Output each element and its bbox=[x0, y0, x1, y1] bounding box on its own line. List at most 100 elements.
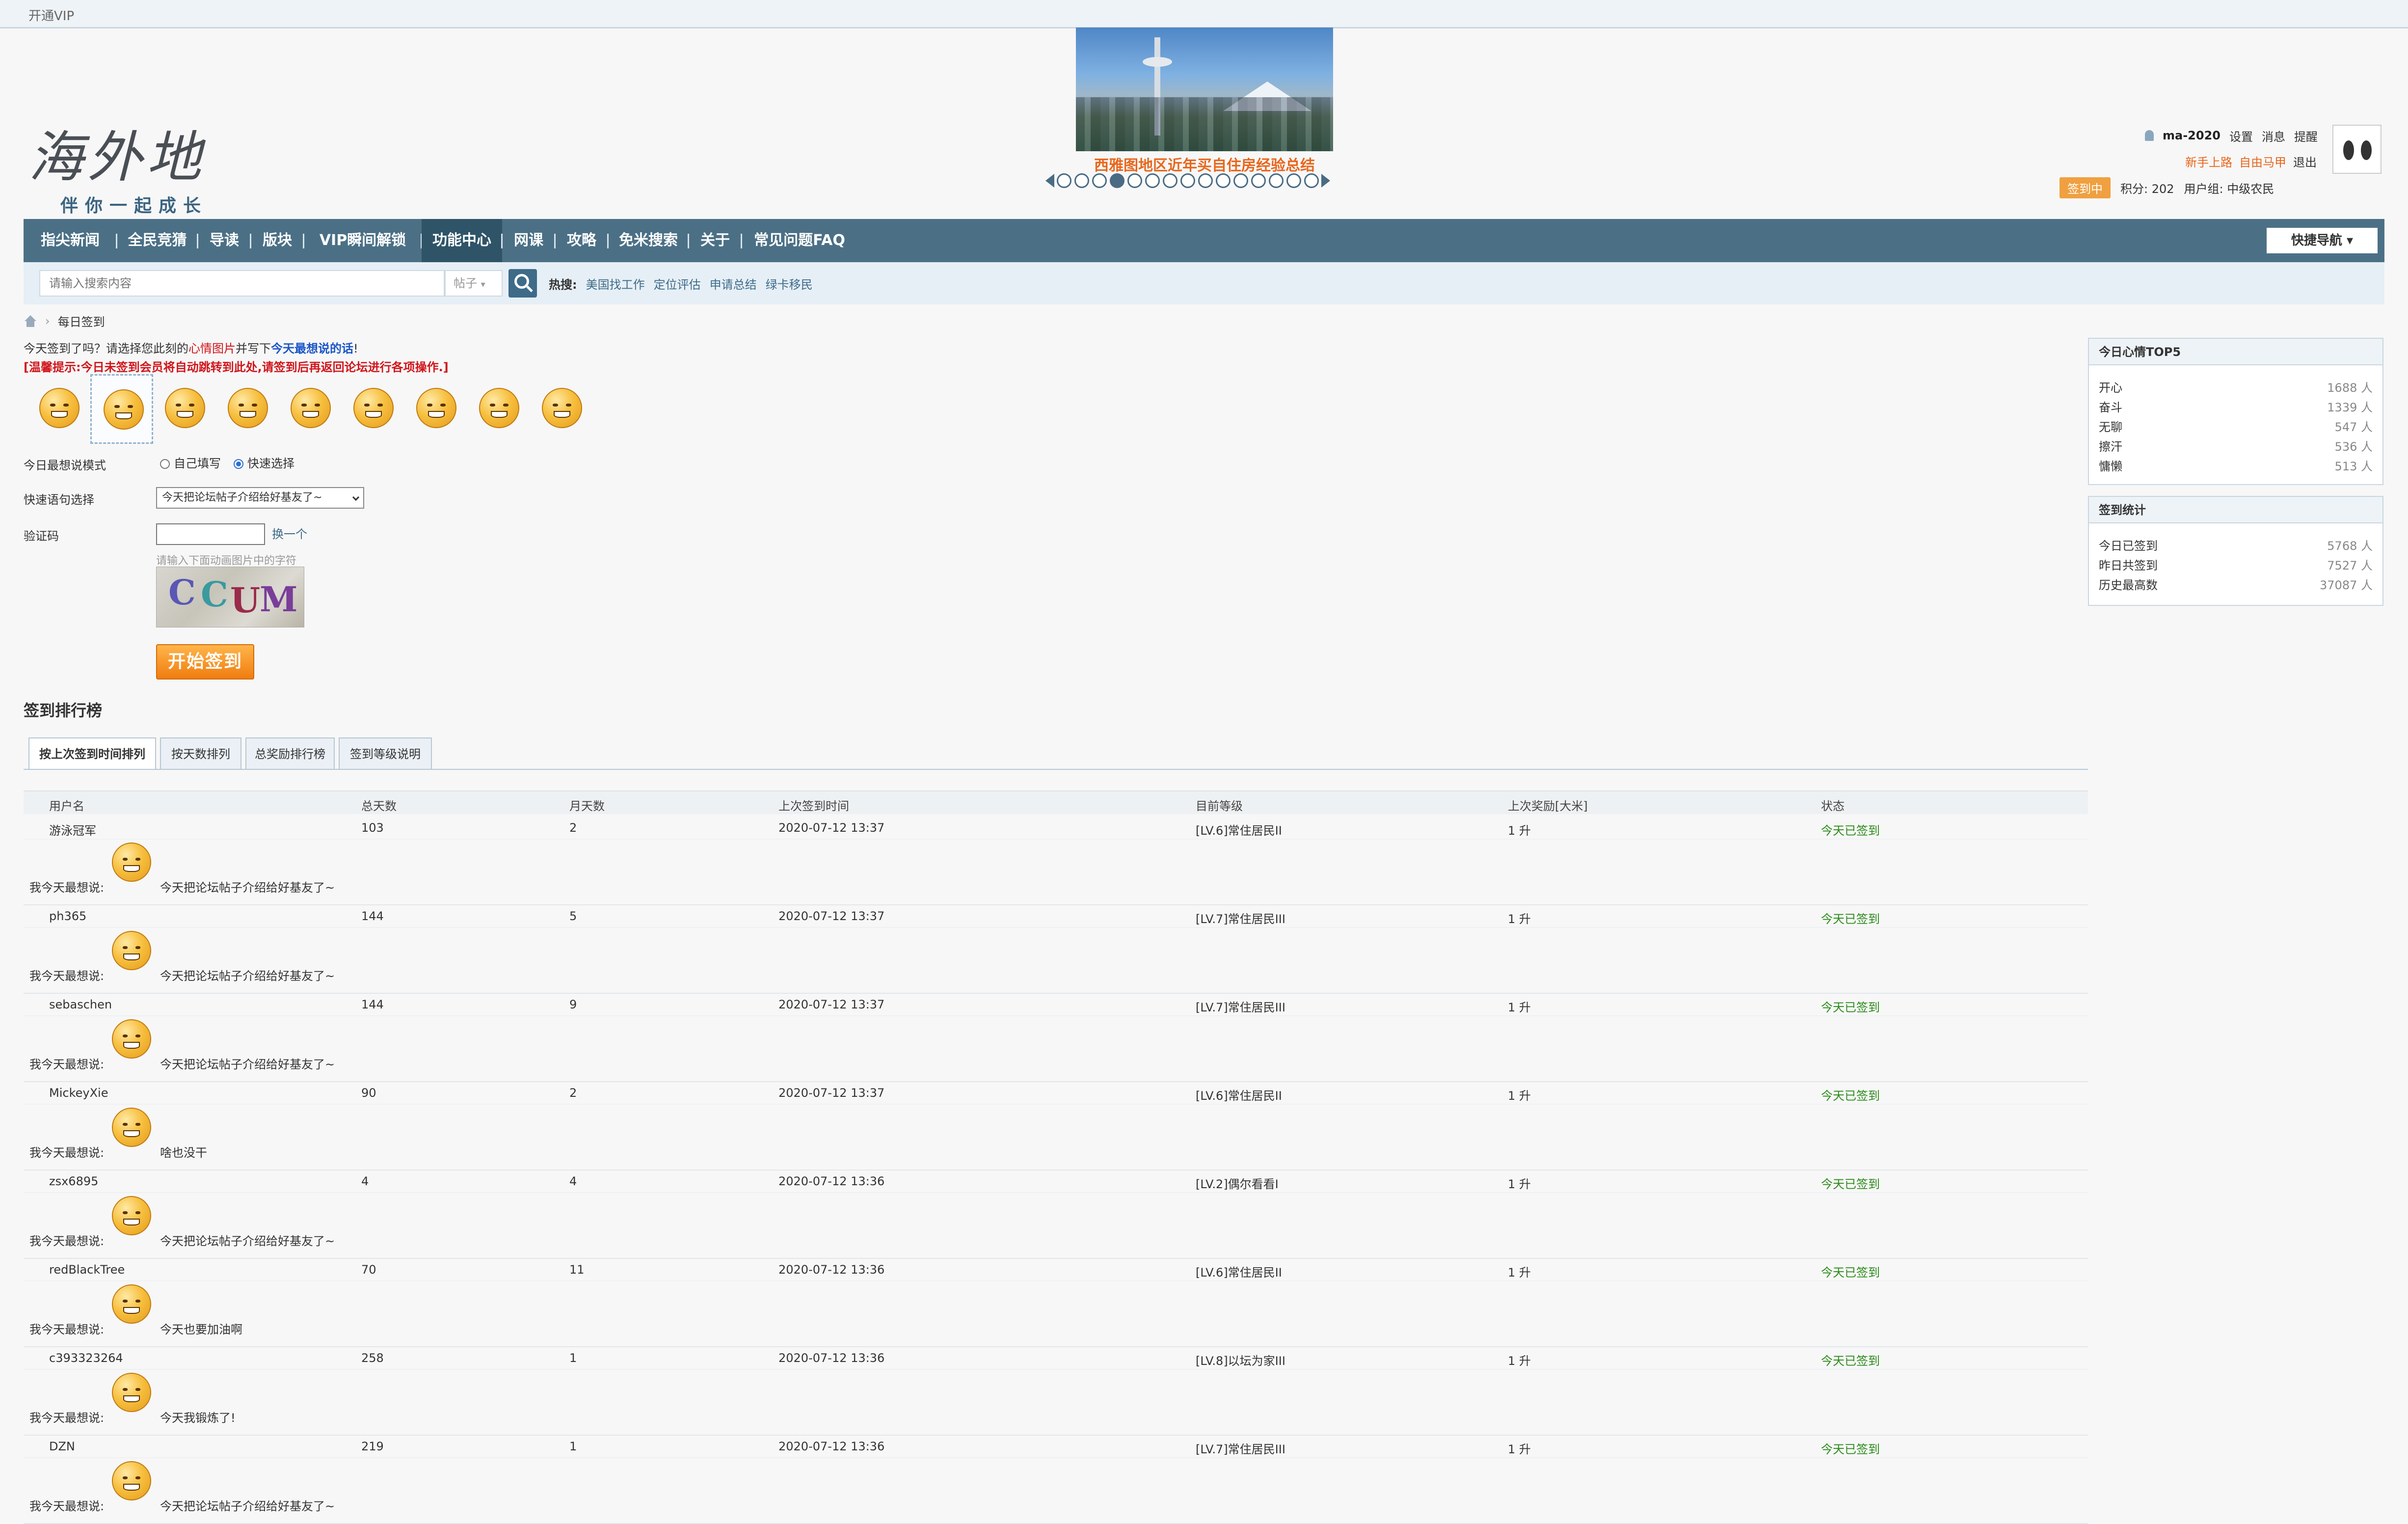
nav-item[interactable]: 导读 bbox=[198, 219, 251, 262]
table-row: sebaschen 144 9 2020-07-12 13:37 [LV.7]常住居民I… bbox=[24, 994, 2088, 1082]
search-button[interactable] bbox=[508, 269, 537, 298]
points-menu[interactable]: 积分: 202 bbox=[2120, 179, 2174, 196]
banner-dot[interactable] bbox=[1304, 173, 1319, 188]
hot-link[interactable]: 绿卡移民 bbox=[766, 275, 813, 292]
cell-reward: 1 升 bbox=[1508, 1177, 1531, 1191]
settings-link[interactable]: 设置 bbox=[2229, 127, 2253, 144]
captcha-refresh-link[interactable]: 换一个 bbox=[272, 524, 307, 542]
search-scope-select[interactable]: 帖子 ▾ bbox=[445, 270, 503, 297]
mood-option[interactable] bbox=[27, 374, 90, 444]
banner-dot[interactable] bbox=[1110, 173, 1124, 188]
mood-option[interactable] bbox=[530, 374, 593, 444]
mood-option[interactable] bbox=[404, 374, 467, 444]
cell-user[interactable]: c393323264 bbox=[49, 1351, 123, 1365]
face-mouth-shape bbox=[123, 1219, 140, 1225]
nav-item[interactable]: 常见问题FAQ bbox=[742, 219, 857, 262]
tab-levels[interactable]: 签到等级说明 bbox=[339, 737, 432, 770]
banner-dot[interactable] bbox=[1127, 173, 1142, 188]
banner-dot[interactable] bbox=[1216, 173, 1231, 188]
mode-option-custom[interactable]: 自己填写 bbox=[160, 454, 221, 471]
home-icon[interactable] bbox=[24, 315, 37, 327]
messages-link[interactable]: 消息 bbox=[2262, 127, 2285, 144]
tab-last-time[interactable]: 按上次签到时间排列 bbox=[28, 737, 156, 770]
alias-link[interactable]: 自由马甲 bbox=[2239, 153, 2286, 170]
cell-user[interactable]: 游泳冠军 bbox=[49, 821, 96, 838]
mood-option[interactable] bbox=[342, 374, 404, 444]
cell-user[interactable]: redBlackTree bbox=[49, 1263, 125, 1277]
newbie-link[interactable]: 新手上路 bbox=[2185, 153, 2232, 170]
banner-next-icon[interactable] bbox=[1321, 174, 1330, 188]
table-row: 游泳冠军 103 2 2020-07-12 13:37 [LV.6]常住居民II 1 升今… bbox=[24, 817, 2088, 905]
cell-user[interactable]: DZN bbox=[49, 1440, 75, 1453]
banner-dot[interactable] bbox=[1198, 173, 1213, 188]
logout-link[interactable]: 退出 bbox=[2293, 153, 2317, 170]
banner-prev-icon[interactable] bbox=[1045, 174, 1054, 188]
stat-count: 7527 人 bbox=[2327, 559, 2373, 572]
cell-month: 5 bbox=[569, 909, 577, 923]
cell-user[interactable]: ph365 bbox=[49, 909, 86, 923]
start-signin-button[interactable]: 开始签到 bbox=[156, 644, 254, 680]
radio-custom[interactable] bbox=[160, 459, 170, 469]
hot-link[interactable]: 定位评估 bbox=[654, 275, 701, 292]
cell-time: 2020-07-12 13:37 bbox=[778, 909, 885, 923]
hot-link[interactable]: 美国找工作 bbox=[586, 275, 645, 292]
vip-link[interactable]: 开通VIP bbox=[28, 6, 74, 24]
captcha-input[interactable] bbox=[156, 523, 265, 545]
captcha-char: U bbox=[230, 580, 261, 621]
banner-dot[interactable] bbox=[1092, 173, 1107, 188]
face-eye-shape bbox=[188, 403, 194, 407]
captcha-image[interactable]: C C U M bbox=[156, 567, 304, 627]
nav-item[interactable]: 版块 bbox=[251, 219, 304, 262]
face-eye-shape bbox=[122, 946, 128, 949]
said-label: 我今天最想说: bbox=[29, 1234, 105, 1248]
banner-dot[interactable] bbox=[1286, 173, 1301, 188]
search-input[interactable] bbox=[39, 270, 445, 297]
banner-dot[interactable] bbox=[1074, 173, 1089, 188]
banner-dot[interactable] bbox=[1269, 173, 1284, 188]
radio-quick[interactable] bbox=[234, 459, 243, 469]
nav-item[interactable]: 攻略 bbox=[555, 219, 608, 262]
usergroup-menu[interactable]: 用户组: 中级农民 bbox=[2184, 179, 2274, 196]
banner-dot[interactable] bbox=[1145, 173, 1160, 188]
banner-dot[interactable] bbox=[1251, 173, 1266, 188]
mood-option[interactable] bbox=[90, 374, 153, 444]
hot-link[interactable]: 申请总结 bbox=[710, 275, 757, 292]
tab-rewards[interactable]: 总奖励排行榜 bbox=[245, 737, 335, 770]
cell-user[interactable]: sebaschen bbox=[49, 998, 112, 1011]
nav-item[interactable]: VIP瞬间解锁 bbox=[304, 219, 422, 262]
face-eye-shape bbox=[135, 1299, 141, 1303]
banner-dot[interactable] bbox=[1057, 173, 1071, 188]
signin-badge[interactable]: 签到中 bbox=[2060, 177, 2111, 198]
nav-item[interactable]: 全民竞猜 bbox=[117, 219, 198, 262]
cell-user[interactable]: MickeyXie bbox=[49, 1086, 108, 1100]
avatar[interactable] bbox=[2332, 125, 2381, 174]
mood-option[interactable] bbox=[216, 374, 279, 444]
site-logo[interactable]: 海外地 伴你一起成长 bbox=[28, 113, 220, 216]
cell-user[interactable]: zsx6895 bbox=[49, 1174, 98, 1188]
quick-phrase-select[interactable]: 今天把论坛帖子介绍给好基友了~ bbox=[156, 487, 364, 509]
mode-option-quick[interactable]: 快速选择 bbox=[234, 454, 294, 471]
quick-nav-button[interactable]: 快捷导航 ▾ bbox=[2267, 228, 2378, 253]
username-link[interactable]: ma-2020 bbox=[2163, 129, 2221, 142]
captcha-char: C bbox=[201, 574, 228, 615]
tab-days[interactable]: 按天数排列 bbox=[160, 737, 241, 770]
banner-image[interactable] bbox=[1076, 27, 1333, 151]
nav-item[interactable]: 网课 bbox=[502, 219, 555, 262]
nav-item[interactable]: 指尖新闻 bbox=[24, 219, 117, 262]
face-eye-shape bbox=[50, 403, 56, 407]
banner-dot[interactable] bbox=[1180, 173, 1195, 188]
mood-option[interactable] bbox=[153, 374, 216, 444]
stat-count: 547 人 bbox=[2334, 420, 2373, 434]
captcha-char: M bbox=[260, 579, 298, 620]
nav-item[interactable]: 功能中心 bbox=[422, 219, 502, 262]
face-mouth-shape bbox=[123, 953, 140, 960]
mood-option[interactable] bbox=[279, 374, 342, 444]
cell-status: 今天已签到 bbox=[1821, 1354, 1880, 1368]
banner-dot[interactable] bbox=[1233, 173, 1248, 188]
banner-dot[interactable] bbox=[1163, 173, 1177, 188]
mood-option[interactable] bbox=[467, 374, 530, 444]
reminders-link[interactable]: 提醒 bbox=[2294, 127, 2318, 144]
nav-item[interactable]: 关于 bbox=[689, 219, 742, 262]
nav-item[interactable]: 免米搜索 bbox=[608, 219, 689, 262]
banner-needle-top-shape bbox=[1143, 57, 1172, 67]
